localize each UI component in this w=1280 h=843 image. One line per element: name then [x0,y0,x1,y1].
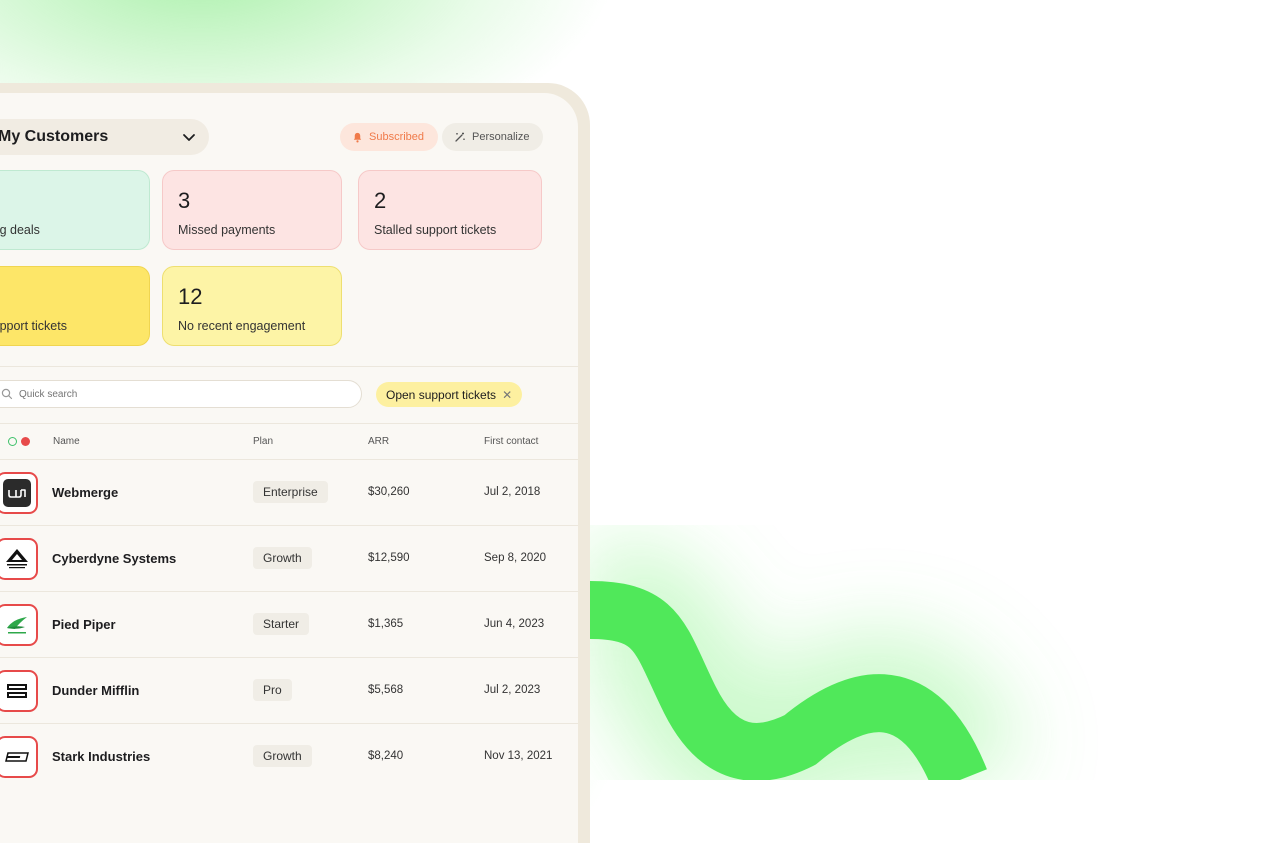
first-contact-date: Jul 2, 2018 [484,486,541,498]
company-logo [0,538,38,580]
plan-badge: Pro [253,679,292,701]
card-value: 12 [178,284,203,309]
search-box[interactable] [0,380,362,408]
customer-name[interactable]: Stark Industries [52,749,150,764]
column-header-arr[interactable]: ARR [368,436,389,447]
status-dot-green[interactable] [8,437,17,446]
summary-card-pending-deals[interactable]: ending deals [0,170,150,250]
close-icon[interactable]: ✕ [502,388,512,402]
bell-icon [353,132,362,142]
card-label: Missed payments [178,223,276,237]
summary-card-open-tickets[interactable]: en support tickets [0,266,150,346]
customer-name[interactable]: Dunder Mifflin [52,683,139,698]
card-label: Stalled support tickets [374,223,497,237]
first-contact-date: Sep 8, 2020 [484,552,547,564]
arr-value: $30,260 [368,486,410,498]
card-label: en support tickets [0,319,67,333]
cyberdyne-logo-icon [6,549,28,569]
plan-badge: Starter [253,613,310,635]
plan-badge: Enterprise [253,481,328,503]
subscribed-label: Subscribed [369,131,425,143]
arr-value: $5,568 [368,684,404,696]
chevron-down-icon [183,134,195,141]
active-filter-chip[interactable]: Open support tickets ✕ [376,382,523,407]
customer-name[interactable]: Cyberdyne Systems [52,551,176,566]
app-screen: My Customers Subscribed Personalize endi… [0,93,578,843]
personalize-button[interactable]: Personalize [442,123,544,151]
table-row[interactable]: Dunder Mifflin Pro $5,568 Jul 2, 2023 [0,657,578,724]
search-icon [1,388,13,400]
subscribed-button[interactable]: Subscribed [340,123,439,151]
table-row[interactable]: Webmerge Enterprise $30,260 Jul 2, 2018 [0,459,578,526]
divider [0,366,578,367]
company-logo [0,472,38,514]
filter-label: Open support tickets [386,387,497,402]
summary-card-missed-payments[interactable]: 3 Missed payments [162,170,342,250]
arr-value: $12,590 [368,552,410,564]
summary-card-no-engagement[interactable]: 12 No recent engagement [162,266,342,346]
status-dot-red[interactable] [21,437,30,446]
card-label: ending deals [0,223,40,237]
first-contact-date: Jun 4, 2023 [484,618,545,630]
column-header-first-contact[interactable]: First contact [484,436,538,447]
customer-name[interactable]: Pied Piper [52,617,116,632]
first-contact-date: Nov 13, 2021 [484,750,553,762]
table-row[interactable]: Cyberdyne Systems Growth $12,590 Sep 8, … [0,525,578,592]
divider [0,423,578,424]
company-logo [0,604,38,646]
table-row[interactable]: Pied Piper Starter $1,365 Jun 4, 2023 [0,591,578,658]
card-value: 3 [178,188,191,213]
company-logo [0,670,38,712]
plan-badge: Growth [253,745,312,767]
summary-card-stalled-tickets[interactable]: 2 Stalled support tickets [358,170,542,250]
plan-badge: Growth [253,547,312,569]
company-logo [0,736,38,778]
first-contact-date: Jul 2, 2023 [484,684,541,696]
customer-name[interactable]: Webmerge [52,485,118,500]
card-label: No recent engagement [178,319,306,333]
search-input[interactable] [17,387,321,401]
card-value: 2 [374,188,387,213]
magic-wand-icon [455,132,465,142]
view-selector-dropdown[interactable]: My Customers [0,119,209,155]
column-header-name[interactable]: Name [53,436,80,447]
webmerge-logo-icon [3,479,31,507]
personalize-label: Personalize [472,131,530,143]
arr-value: $1,365 [368,618,404,630]
arr-value: $8,240 [368,750,404,762]
dunder-mifflin-logo-icon [7,684,27,698]
view-title: My Customers [0,128,109,145]
stark-industries-logo-icon [5,752,29,762]
pied-piper-logo-icon [7,617,27,634]
column-header-plan[interactable]: Plan [253,436,273,447]
